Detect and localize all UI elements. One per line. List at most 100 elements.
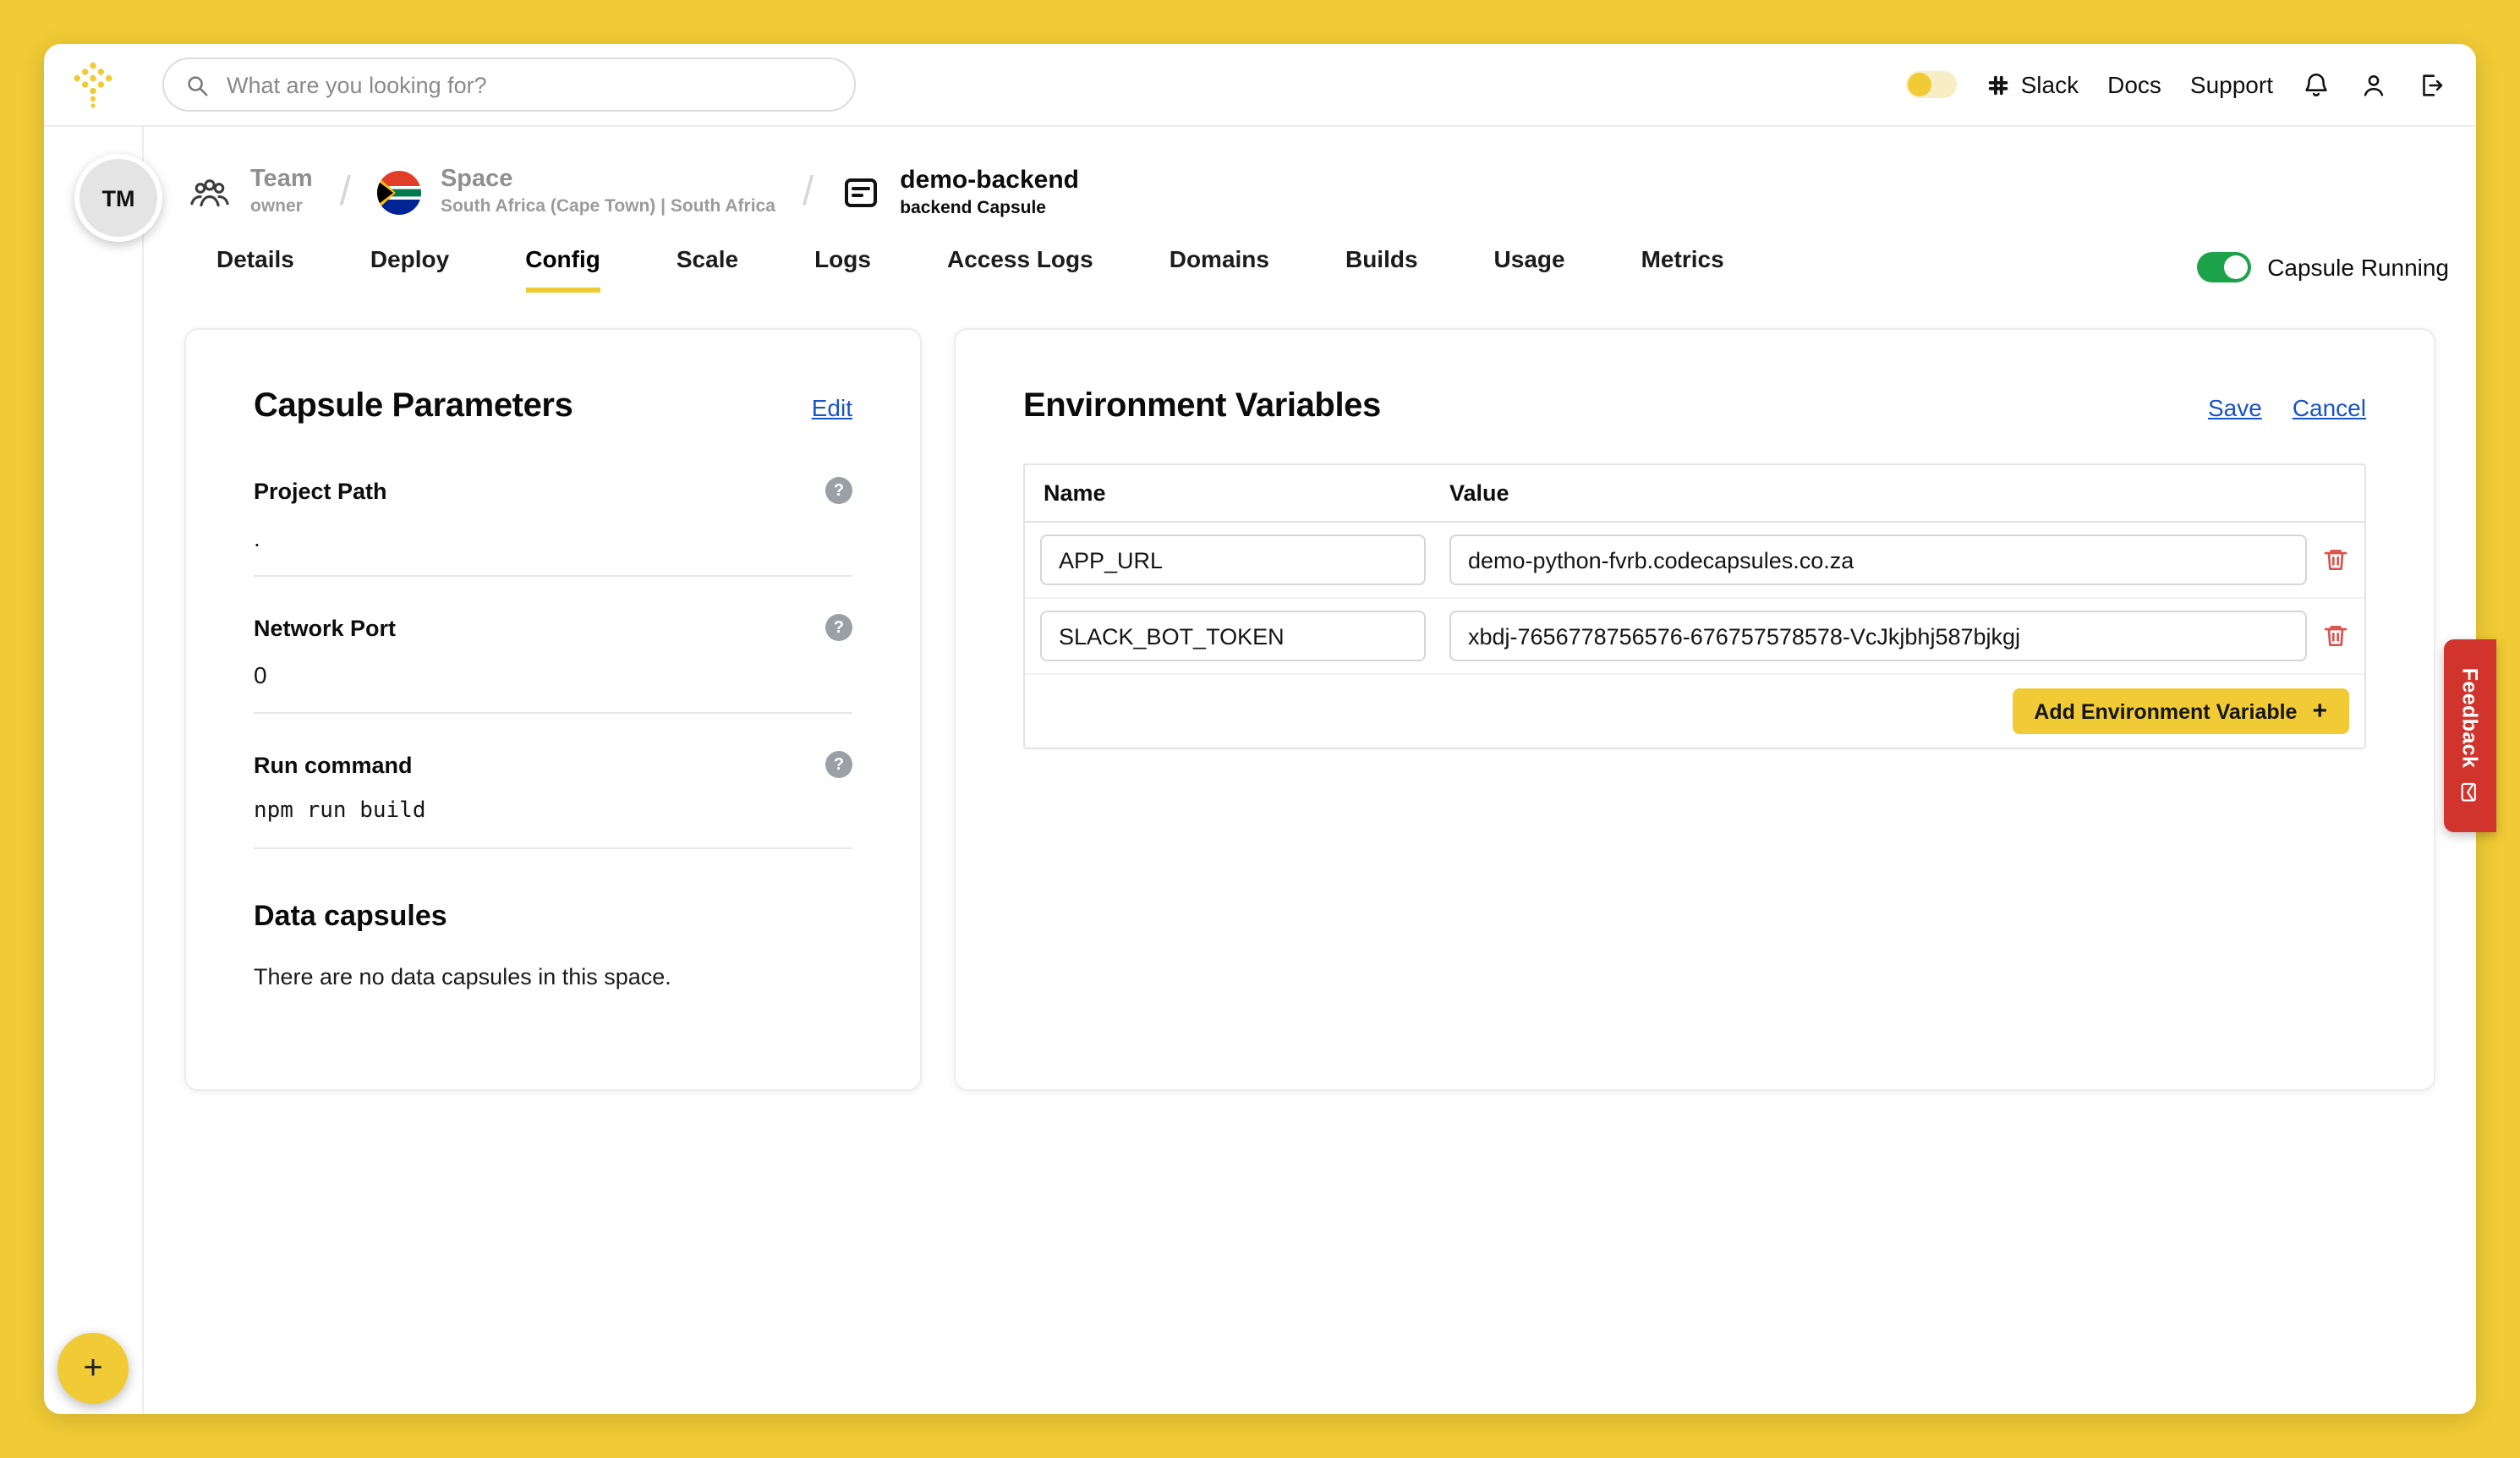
- search-input[interactable]: [223, 70, 834, 99]
- topbar-nav: Slack Docs Support: [1905, 70, 2476, 99]
- theme-toggle[interactable]: [1905, 71, 1957, 98]
- breadcrumb-space[interactable]: Space South Africa (Cape Town) | South A…: [440, 166, 775, 218]
- capsule-label: demo-backend: [900, 166, 1079, 195]
- project-path-value: .: [254, 524, 260, 552]
- environment-variables-title: Environment Variables: [1023, 387, 1381, 425]
- team-sublabel: owner: [250, 196, 303, 217]
- divider: [254, 847, 852, 850]
- project-path-label: Project Path: [254, 478, 387, 504]
- nav-support[interactable]: Support: [2190, 71, 2273, 98]
- env-name-column-header: Name: [1044, 480, 1106, 507]
- edit-link[interactable]: Edit: [812, 393, 852, 420]
- sidebar: +: [44, 127, 144, 1414]
- env-table-footer: Add Environment Variable +: [1025, 675, 2364, 748]
- bell-icon: [2305, 73, 2327, 96]
- add-environment-variable-button[interactable]: Add Environment Variable +: [2012, 688, 2349, 735]
- env-var-row: [1025, 523, 2364, 600]
- data-capsules-empty-text: There are no data capsules in this space…: [254, 964, 671, 990]
- topbar: Slack Docs Support: [44, 44, 2476, 127]
- tab-scale[interactable]: Scale: [677, 245, 738, 293]
- save-link[interactable]: Save: [2208, 393, 2262, 420]
- logo[interactable]: [44, 59, 142, 110]
- tab-metrics[interactable]: Metrics: [1641, 245, 1724, 293]
- cancel-link[interactable]: Cancel: [2293, 393, 2366, 420]
- space-sublabel: South Africa (Cape Town) | South Africa: [440, 196, 775, 217]
- env-value-input[interactable]: [1449, 611, 2307, 662]
- divider: [254, 712, 852, 715]
- avatar[interactable]: TM: [74, 154, 162, 242]
- add-button[interactable]: +: [58, 1333, 129, 1404]
- space-label: Space: [440, 166, 513, 194]
- help-icon[interactable]: ?: [825, 477, 852, 505]
- tab-config[interactable]: Config: [525, 245, 600, 293]
- run-command-value: npm run build: [254, 798, 426, 825]
- env-table-header: Name Value: [1025, 465, 2364, 523]
- capsule-sublabel: backend Capsule: [900, 197, 1046, 217]
- user-icon: [2364, 74, 2384, 96]
- add-icon: +: [83, 1349, 103, 1386]
- tabs-row: Details Deploy Config Scale Logs Access …: [216, 245, 2449, 293]
- env-var-row: [1025, 599, 2364, 676]
- env-name-input[interactable]: [1040, 534, 1426, 586]
- team-icon: [188, 174, 232, 211]
- tab-access-logs[interactable]: Access Logs: [947, 245, 1093, 293]
- content: Capsule Parameters Edit Project Path ? .: [184, 328, 2435, 1092]
- tab-logs[interactable]: Logs: [814, 245, 871, 293]
- capsule-parameters-header: Capsule Parameters Edit: [254, 387, 852, 426]
- capsule-parameters-panel: Capsule Parameters Edit Project Path ? .: [184, 328, 922, 1092]
- capsule-status: Capsule Running: [2196, 252, 2449, 293]
- run-command-label: Run command: [254, 752, 413, 778]
- env-name-input[interactable]: [1040, 611, 1426, 662]
- trash-icon: [2324, 550, 2347, 571]
- env-value-input[interactable]: [1449, 534, 2307, 586]
- feedback-tab[interactable]: Feedback: [2444, 639, 2496, 832]
- nav-slack[interactable]: Slack: [1986, 71, 2079, 98]
- main-area: Team owner / Space South Africa (Cape To…: [144, 127, 2476, 1414]
- help-icon[interactable]: ?: [825, 751, 852, 779]
- capsule-icon: [841, 173, 881, 213]
- breadcrumb-separator: /: [339, 169, 351, 216]
- data-capsules-title: Data capsules: [254, 900, 447, 933]
- mail-icon: [2462, 783, 2478, 803]
- tab-builds[interactable]: Builds: [1345, 245, 1418, 293]
- environment-variables-panel: Environment Variables Save Cancel Name V…: [954, 328, 2435, 1092]
- tabs: Details Deploy Config Scale Logs Access …: [216, 245, 1724, 293]
- capsule-status-label: Capsule Running: [2267, 254, 2449, 282]
- team-label: Team: [250, 166, 313, 194]
- tab-deploy[interactable]: Deploy: [370, 245, 449, 293]
- breadcrumb-capsule[interactable]: demo-backend backend Capsule: [900, 167, 1079, 218]
- feedback-label: Feedback: [2458, 667, 2482, 769]
- logo-icon: [74, 62, 112, 108]
- tab-domains[interactable]: Domains: [1170, 245, 1269, 293]
- env-value-column-header: Value: [1449, 480, 1509, 507]
- parameter-fields: Project Path ? . Network Port ? 0 Run co…: [254, 477, 852, 850]
- tab-details[interactable]: Details: [216, 245, 294, 293]
- project-path-field: Project Path ? .: [254, 477, 852, 578]
- run-command-field: Run command ? npm run build: [254, 751, 852, 850]
- search-box[interactable]: [162, 58, 856, 112]
- breadcrumb: Team owner / Space South Africa (Cape To…: [188, 167, 2446, 218]
- tab-usage[interactable]: Usage: [1494, 245, 1565, 293]
- logout-button[interactable]: [2417, 70, 2446, 99]
- account-button[interactable]: [2359, 70, 2388, 99]
- toggle-knob: [2223, 255, 2248, 280]
- divider: [254, 575, 852, 578]
- breadcrumb-team[interactable]: Team owner: [250, 166, 313, 218]
- nav-docs[interactable]: Docs: [2107, 71, 2161, 98]
- notifications-button[interactable]: [2302, 70, 2331, 99]
- network-port-label: Network Port: [254, 615, 397, 641]
- env-var-table: Name Value APP_URL demo-python-fvrb.code…: [1023, 463, 2366, 750]
- page: Slack Docs Support: [0, 0, 2520, 1458]
- help-icon[interactable]: ?: [825, 614, 852, 642]
- add-env-var-label: Add Environment Variable: [2034, 699, 2298, 724]
- delete-env-var-button[interactable]: [2307, 546, 2364, 573]
- app-body: + Team owner / Space South Africa (Cape …: [44, 127, 2476, 1414]
- logout-icon: [2423, 74, 2443, 96]
- breadcrumb-separator: /: [802, 169, 814, 216]
- nav-docs-label: Docs: [2107, 71, 2161, 98]
- capsule-running-toggle[interactable]: [2196, 252, 2251, 283]
- trash-icon: [2324, 626, 2347, 647]
- nav-support-label: Support: [2189, 71, 2273, 98]
- theme-icon: [1907, 73, 1931, 96]
- delete-env-var-button[interactable]: [2307, 622, 2364, 650]
